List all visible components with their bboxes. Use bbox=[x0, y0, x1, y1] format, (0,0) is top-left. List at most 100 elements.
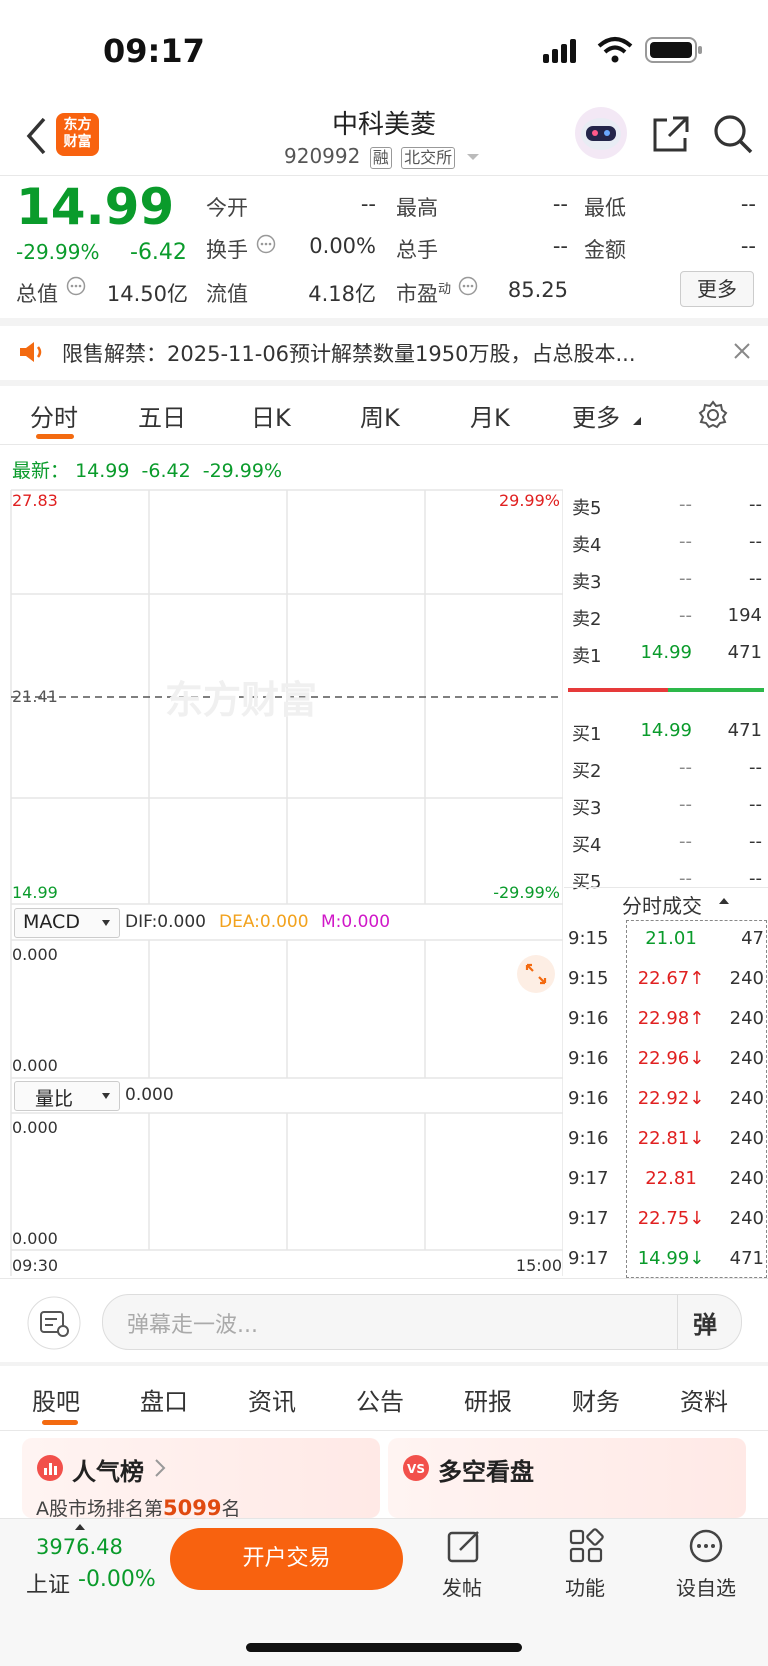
tab-pankou[interactable]: 盘口 bbox=[140, 1382, 188, 1417]
sell-price: -- bbox=[679, 531, 692, 552]
dropdown-icon[interactable] bbox=[466, 152, 480, 162]
sell-row[interactable]: 卖5 -- -- bbox=[568, 490, 768, 520]
function-grid-icon[interactable] bbox=[568, 1528, 604, 1564]
sell-row[interactable]: 卖2 -- 194 bbox=[568, 601, 768, 631]
sell-level-label: 卖3 bbox=[572, 572, 602, 593]
tabs-divider bbox=[0, 444, 768, 445]
index-value[interactable]: 3976.48 bbox=[36, 1535, 123, 1559]
danmu-settings-icon[interactable] bbox=[27, 1296, 81, 1350]
danmu-divider bbox=[677, 1295, 678, 1349]
watchlist-add-icon[interactable] bbox=[688, 1528, 724, 1564]
current-price: 14.99 bbox=[16, 178, 175, 236]
open-account-trade-button[interactable]: 开户交易 bbox=[170, 1528, 403, 1590]
sell-row[interactable]: 卖4 -- -- bbox=[568, 527, 768, 557]
mktcap-value: 14.50亿 bbox=[106, 282, 188, 306]
sell-volume: -- bbox=[749, 494, 762, 515]
y-tick-top: 27.83 bbox=[12, 491, 58, 510]
notice-text[interactable]: 限售解禁：2025-11-06预计解禁数量1950万股，占总股本... bbox=[62, 338, 702, 368]
info-icon[interactable] bbox=[66, 276, 86, 296]
buy-volume: -- bbox=[749, 831, 762, 852]
intraday-chart[interactable]: 东方财富 27.83 21.41 14.99 29.99% -29.99% 0.… bbox=[0, 488, 563, 1278]
watchlist-label[interactable]: 设自选 bbox=[676, 1572, 736, 1601]
trade-price: 22.81 bbox=[626, 1168, 716, 1189]
status-time: 09:17 bbox=[103, 32, 205, 70]
trade-price: 14.99↓ bbox=[626, 1248, 716, 1269]
tab-indicator bbox=[36, 434, 74, 439]
tab-news[interactable]: 资讯 bbox=[248, 1382, 296, 1417]
signal-icon bbox=[543, 39, 576, 63]
buy-row[interactable]: 买4 -- -- bbox=[568, 827, 768, 857]
trade-price: 22.67↑ bbox=[626, 968, 716, 989]
trade-time: 9:17 bbox=[568, 1168, 609, 1189]
buy-price: -- bbox=[679, 757, 692, 778]
buy-level-label: 买2 bbox=[572, 761, 602, 782]
trade-price-value: 21.01 bbox=[645, 928, 697, 949]
tab-finance[interactable]: 财务 bbox=[572, 1382, 620, 1417]
volume-label: 总手 bbox=[396, 238, 438, 262]
open-label: 今开 bbox=[206, 196, 248, 220]
info-icon[interactable] bbox=[256, 234, 276, 254]
trade-row: 9:15 22.67↑ 240 bbox=[564, 964, 768, 994]
trade-price-value: 22.81 bbox=[637, 1128, 690, 1149]
content-tabs: 股吧 盘口 资讯 公告 研报 财务 资料 bbox=[0, 1366, 768, 1430]
tab-profile[interactable]: 资料 bbox=[680, 1382, 728, 1417]
header-divider bbox=[0, 175, 768, 176]
trade-time: 9:15 bbox=[568, 928, 609, 949]
tab-announcements[interactable]: 公告 bbox=[356, 1382, 404, 1417]
more-button[interactable]: 更多 bbox=[680, 271, 754, 307]
tab-weekly-k[interactable]: 周K bbox=[360, 398, 400, 433]
mktcap-label: 总值 bbox=[16, 282, 58, 306]
popularity-prefix: A股市场排名第 bbox=[36, 1498, 163, 1518]
wifi-icon bbox=[597, 37, 633, 63]
tab-research[interactable]: 研报 bbox=[464, 1382, 512, 1417]
status-bar: 09:17 bbox=[0, 0, 768, 100]
buy-price: -- bbox=[679, 831, 692, 852]
settings-gear-icon[interactable] bbox=[698, 400, 728, 430]
trade-price-value: 22.75 bbox=[637, 1208, 690, 1229]
trade-price-value: 14.99 bbox=[637, 1248, 690, 1269]
popularity-card[interactable]: 人气榜 A股市场排名第5099名 bbox=[22, 1438, 380, 1518]
buy-row[interactable]: 买2 -- -- bbox=[568, 753, 768, 783]
buy-row[interactable]: 买1 14.99 471 bbox=[568, 716, 768, 746]
sell-row[interactable]: 卖1 14.99 471 bbox=[568, 638, 768, 668]
function-label[interactable]: 功能 bbox=[565, 1572, 605, 1601]
volratio-value: 0.000 bbox=[125, 1085, 174, 1105]
danmu-input[interactable]: 弹幕走一波... bbox=[127, 1307, 258, 1339]
vs-icon: VS bbox=[403, 1455, 429, 1481]
buy-row[interactable]: 买3 -- -- bbox=[568, 790, 768, 820]
trades-title[interactable]: 分时成交 bbox=[622, 890, 702, 919]
y-pct-top: 29.99% bbox=[499, 491, 560, 510]
trade-price-value: 22.98 bbox=[637, 1008, 690, 1029]
danmu-input-wrap: 弹幕走一波... 弹 bbox=[102, 1294, 742, 1350]
index-name[interactable]: 上证 bbox=[26, 1567, 70, 1599]
macd-selector[interactable]: MACD bbox=[14, 908, 120, 938]
macd-m: M:0.000 bbox=[321, 912, 391, 932]
trade-price: 22.98↑ bbox=[626, 1008, 716, 1029]
tab-intraday[interactable]: 分时 bbox=[30, 398, 78, 433]
volratio-selector[interactable]: 量比 bbox=[14, 1081, 120, 1111]
sell-row[interactable]: 卖3 -- -- bbox=[568, 564, 768, 594]
tab-monthly-k[interactable]: 月K bbox=[470, 398, 510, 433]
info-icon[interactable] bbox=[458, 276, 478, 296]
close-icon[interactable] bbox=[733, 342, 751, 360]
tab-5day[interactable]: 五日 bbox=[138, 398, 186, 433]
index-change[interactable]: -0.00% bbox=[78, 1567, 156, 1592]
post-label[interactable]: 发帖 bbox=[442, 1572, 482, 1601]
expand-icon[interactable] bbox=[516, 954, 556, 994]
sell-ratio-bar bbox=[568, 688, 668, 692]
trade-row: 9:16 22.96↓ 240 bbox=[564, 1044, 768, 1074]
pe-label-text: 市盈 bbox=[396, 282, 438, 306]
speaker-icon bbox=[20, 342, 42, 362]
amount-label: 金额 bbox=[584, 238, 626, 262]
sell-level-label: 卖5 bbox=[572, 498, 602, 519]
long-short-card[interactable]: VS 多空看盘 bbox=[388, 1438, 746, 1518]
tab-more[interactable]: 更多 bbox=[572, 398, 620, 433]
trade-price-value: 22.96 bbox=[637, 1048, 690, 1069]
danmu-toggle-button[interactable]: 弹 bbox=[693, 1305, 717, 1340]
tab-guba[interactable]: 股吧 bbox=[32, 1382, 80, 1417]
edit-post-icon[interactable] bbox=[446, 1528, 482, 1564]
buy-volume: -- bbox=[749, 794, 762, 815]
trade-direction-icon: ↓ bbox=[689, 1088, 705, 1109]
popularity-rank: 5099 bbox=[163, 1496, 222, 1518]
tab-daily-k[interactable]: 日K bbox=[251, 398, 291, 433]
